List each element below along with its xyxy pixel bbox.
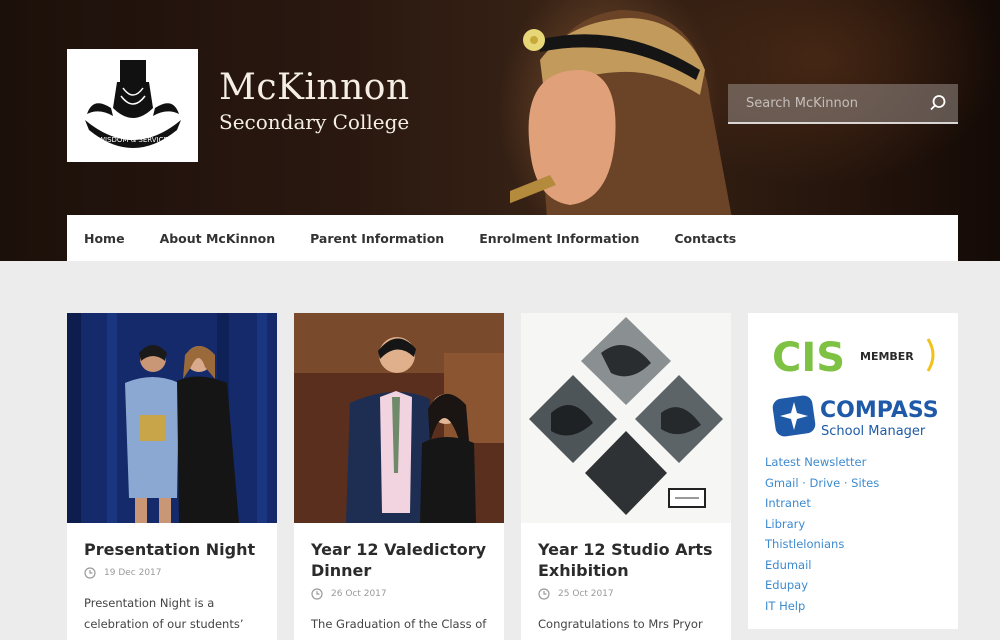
post-date: 26 Oct 2017 [311, 588, 487, 600]
main-nav: Home About McKinnon Parent Information E… [67, 215, 958, 261]
school-name-subtitle: Secondary College [219, 110, 410, 134]
link-edumail[interactable]: Edumail [765, 558, 812, 572]
logo-motto: WISDOM & SERVICE [98, 136, 168, 144]
post-title[interactable]: Year 12 Valedictory Dinner [311, 539, 487, 581]
link-it-help[interactable]: IT Help [765, 599, 805, 613]
post-excerpt: Congratulations to Mrs Pryor [538, 617, 703, 631]
cis-member-logo[interactable]: CIS MEMBER [772, 333, 937, 377]
link-thistlelonians[interactable]: Thistlelonians [765, 537, 844, 551]
post-date-text: 25 Oct 2017 [558, 589, 614, 599]
post-image[interactable] [521, 313, 731, 523]
nav-item-about[interactable]: About McKinnon [160, 231, 276, 246]
post-excerpt: The Graduation of the Class of [311, 617, 487, 631]
nav-item-enrolment-information[interactable]: Enrolment Information [479, 231, 639, 246]
link-edupay[interactable]: Edupay [765, 578, 808, 592]
link-library[interactable]: Library [765, 517, 805, 531]
search-box [728, 84, 958, 124]
search-icon [930, 95, 946, 111]
school-name[interactable]: McKinnon Secondary College [219, 67, 410, 134]
sidebar-widget: CIS MEMBER COMPASS School Manager Latest… [748, 313, 958, 629]
search-input[interactable] [728, 95, 918, 111]
cis-member-text: MEMBER [860, 350, 914, 363]
thistle-crest-icon: WISDOM & SERVICE [84, 59, 181, 148]
quick-links-list: Latest Newsletter Gmail · Drive · Sites … [765, 451, 879, 615]
post-card-valedictory-dinner[interactable]: Year 12 Valedictory Dinner 26 Oct 2017 T… [294, 313, 504, 640]
post-card-studio-arts-exhibition[interactable]: Year 12 Studio Arts Exhibition 25 Oct 20… [521, 313, 731, 640]
post-image[interactable] [67, 313, 277, 523]
school-name-title: McKinnon [219, 67, 410, 108]
search-button[interactable] [918, 83, 958, 123]
post-date-text: 26 Oct 2017 [331, 589, 387, 599]
school-logo[interactable]: WISDOM & SERVICE [67, 49, 198, 162]
post-title[interactable]: Year 12 Studio Arts Exhibition [538, 539, 714, 581]
hero-banner: WISDOM & SERVICE McKinnon Secondary Coll… [0, 0, 1000, 261]
post-date: 25 Oct 2017 [538, 588, 714, 600]
cis-logo-text: CIS [772, 335, 845, 377]
clock-icon [311, 588, 323, 600]
post-date-text: 19 Dec 2017 [104, 568, 162, 578]
post-card-presentation-night[interactable]: Presentation Night 19 Dec 2017 Presentat… [67, 313, 277, 640]
nav-item-home[interactable]: Home [84, 231, 125, 246]
link-intranet[interactable]: Intranet [765, 496, 811, 510]
compass-subtitle: School Manager [821, 424, 926, 439]
nav-item-parent-information[interactable]: Parent Information [310, 231, 444, 246]
nav-item-contacts[interactable]: Contacts [674, 231, 736, 246]
link-gmail-drive-sites[interactable]: Gmail · Drive · Sites [765, 476, 879, 490]
clock-icon [84, 567, 96, 579]
link-latest-newsletter[interactable]: Latest Newsletter [765, 455, 866, 469]
post-date: 19 Dec 2017 [84, 567, 260, 579]
post-excerpt: Presentation Night is a celebration of o… [84, 596, 244, 631]
clock-icon [538, 588, 550, 600]
post-title[interactable]: Presentation Night [84, 539, 260, 560]
compass-school-manager-logo[interactable]: COMPASS School Manager [772, 393, 937, 441]
compass-title: COMPASS [820, 398, 937, 423]
post-image[interactable] [294, 313, 504, 523]
